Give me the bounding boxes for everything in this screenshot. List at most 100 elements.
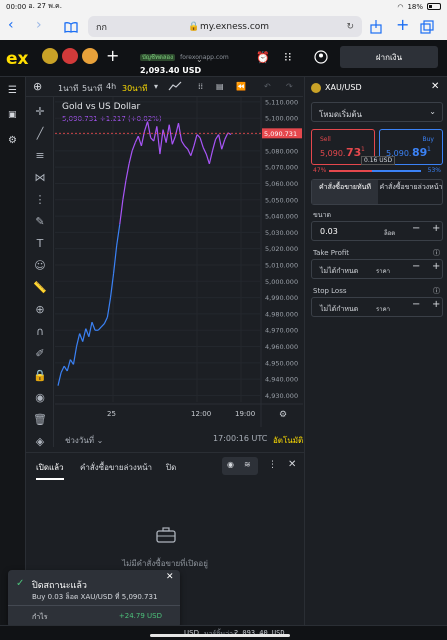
series-segment: [215, 134, 220, 140]
instrument-icon-2[interactable]: [62, 48, 78, 64]
magnet-icon[interactable]: ∩: [33, 325, 47, 339]
sell-price-sup: 1: [361, 146, 365, 153]
settings-icon[interactable]: ⚙: [8, 135, 17, 146]
exness-logo[interactable]: ex: [6, 49, 29, 69]
alarm-icon[interactable]: ⏰: [256, 51, 270, 64]
emoji-icon[interactable]: ☺: [33, 259, 47, 273]
zoom-in-icon[interactable]: ⊕: [33, 303, 47, 317]
calendar-icon[interactable]: ▣: [8, 110, 17, 120]
account-type-badge: บัญชีทดลอง: [140, 54, 176, 61]
eye-icon[interactable]: ◉: [227, 460, 234, 469]
dropdown-caret-icon[interactable]: ▾: [154, 82, 158, 91]
price-chart[interactable]: Gold vs US Dollar 5,090.731 +1.217 (+0.0…: [55, 97, 303, 427]
stop-loss-field[interactable]: ไม่ได้กำหนด ราคา − +: [311, 297, 443, 317]
status-time: 00:00: [6, 2, 27, 11]
timeframe-5m[interactable]: 5นาที: [82, 82, 102, 95]
add-indicator-icon[interactable]: ⊕: [33, 80, 42, 93]
battery-icon: [427, 3, 441, 10]
redo-icon[interactable]: ↷: [286, 82, 293, 91]
indicators-icon[interactable]: ⁞⁞: [198, 82, 203, 91]
close-icon[interactable]: ✕: [166, 572, 174, 582]
forward-icon[interactable]: ›: [36, 17, 42, 33]
ruler-icon[interactable]: 📏: [33, 281, 47, 295]
server-label: forexonapp.com: [180, 54, 229, 61]
layers-icon[interactable]: ◈: [33, 435, 47, 449]
text-tool-icon[interactable]: T: [33, 237, 47, 251]
tab-market-order[interactable]: คำสั่งซื้อขายทันที: [312, 180, 378, 204]
info-icon[interactable]: ⓘ: [433, 286, 440, 296]
timeframe-30m[interactable]: 30นาที: [122, 82, 147, 95]
info-icon[interactable]: ⓘ: [433, 248, 440, 258]
pattern-icon[interactable]: ⋈: [33, 171, 47, 185]
series-segment: [143, 121, 149, 132]
reader-label: กก: [96, 22, 107, 33]
close-icon[interactable]: ✕: [288, 459, 296, 470]
trendline-icon[interactable]: ╱: [33, 127, 47, 141]
undo-icon[interactable]: ↶: [264, 82, 271, 91]
add-instrument-icon[interactable]: +: [106, 46, 119, 65]
buy-percent: 53%: [427, 167, 441, 174]
new-tab-icon[interactable]: +: [396, 15, 409, 34]
lock-icon[interactable]: 🔒: [33, 369, 47, 383]
horizontal-lines-icon[interactable]: ≡: [33, 149, 47, 163]
series-segment: [156, 126, 161, 155]
menu-icon[interactable]: ☰: [8, 85, 17, 96]
profit-value: +24.79 USD: [118, 612, 162, 620]
series-segment: [134, 135, 139, 143]
volume-plus-button[interactable]: +: [432, 223, 440, 234]
series-segment: [187, 148, 192, 156]
y-tick-label: 4,980.000: [265, 310, 298, 318]
series-segment: [181, 140, 186, 147]
stop-loss-minus-button[interactable]: −: [412, 299, 420, 310]
more-options-icon[interactable]: ⋮: [268, 460, 277, 470]
stop-loss-unit[interactable]: ราคา: [376, 304, 390, 314]
auto-scale-button[interactable]: อัตโนมัติ: [273, 434, 303, 447]
layers-icon[interactable]: ≋: [244, 460, 251, 469]
timeframe-1m[interactable]: 1นาที: [58, 82, 78, 95]
left-nav-rail: ☰ ▣ ⚙: [0, 77, 26, 625]
volume-minus-button[interactable]: −: [412, 223, 420, 234]
close-icon[interactable]: ✕: [431, 81, 439, 92]
address-bar[interactable]: กก 🔒 my.exness.com ↻: [88, 16, 362, 37]
sell-price-big: 73: [346, 146, 362, 159]
take-profit-plus-button[interactable]: +: [432, 261, 440, 272]
mode-select[interactable]: โหมดเริ่มต้น ⌄: [311, 102, 443, 122]
tab-pending-positions[interactable]: คำสั่งซื้อขายล่วงหน้า: [80, 461, 152, 474]
timeframe-4h[interactable]: 4h: [106, 82, 116, 91]
back-icon[interactable]: ‹: [8, 17, 14, 33]
trash-icon[interactable]: 🗑: [33, 413, 47, 427]
instrument-icon-3[interactable]: [82, 48, 98, 64]
fib-icon[interactable]: ⋮: [33, 193, 47, 207]
take-profit-unit[interactable]: ราคา: [376, 266, 390, 276]
tab-open-positions[interactable]: เปิดแล้ว: [36, 461, 64, 480]
series-segment: [113, 245, 118, 274]
brush-icon[interactable]: ✎: [33, 215, 47, 229]
layout-icon[interactable]: ▤: [216, 82, 224, 91]
profile-icon[interactable]: [314, 49, 328, 68]
reload-icon[interactable]: ↻: [346, 22, 354, 32]
account-selector[interactable]: บัญชีทดลอง forexonapp.com 2,093.40 USD: [140, 44, 229, 75]
chevron-down-icon[interactable]: ⌄: [196, 55, 203, 64]
tabs-icon[interactable]: [420, 19, 434, 38]
date-range-button[interactable]: ช่วงวันที่ ⌄: [65, 434, 103, 447]
tab-closed-positions[interactable]: ปิด: [166, 461, 176, 474]
share-icon[interactable]: [370, 19, 382, 38]
y-tick-label: 5,020.000: [265, 245, 298, 253]
stop-loss-plus-button[interactable]: +: [432, 299, 440, 310]
visibility-icon[interactable]: ◉: [33, 391, 47, 405]
rewind-icon[interactable]: ⏪: [236, 82, 246, 91]
y-tick-label: 5,050.000: [265, 196, 298, 204]
bookmarks-icon[interactable]: [64, 18, 78, 37]
pencil-lock-icon[interactable]: ✐: [33, 347, 47, 361]
deposit-button[interactable]: ฝากเงิน: [340, 46, 438, 68]
take-profit-minus-button[interactable]: −: [412, 261, 420, 272]
series-segment: [100, 323, 105, 328]
chart-canvas[interactable]: 5,110.0005,100.0005,090.0005,080.0005,07…: [55, 97, 303, 427]
volume-field[interactable]: 0.03 ล็อต − +: [311, 221, 443, 241]
instrument-icon-gold[interactable]: [42, 48, 58, 64]
apps-grid-icon[interactable]: ⁝⁝: [284, 50, 292, 64]
take-profit-field[interactable]: ไม่ได้กำหนด ราคา − +: [311, 259, 443, 279]
crosshair-icon[interactable]: ✛: [33, 105, 47, 119]
tab-pending-order[interactable]: คำสั่งซื้อขายล่วงหน้า: [378, 180, 444, 204]
chart-type-icon[interactable]: [168, 80, 182, 94]
